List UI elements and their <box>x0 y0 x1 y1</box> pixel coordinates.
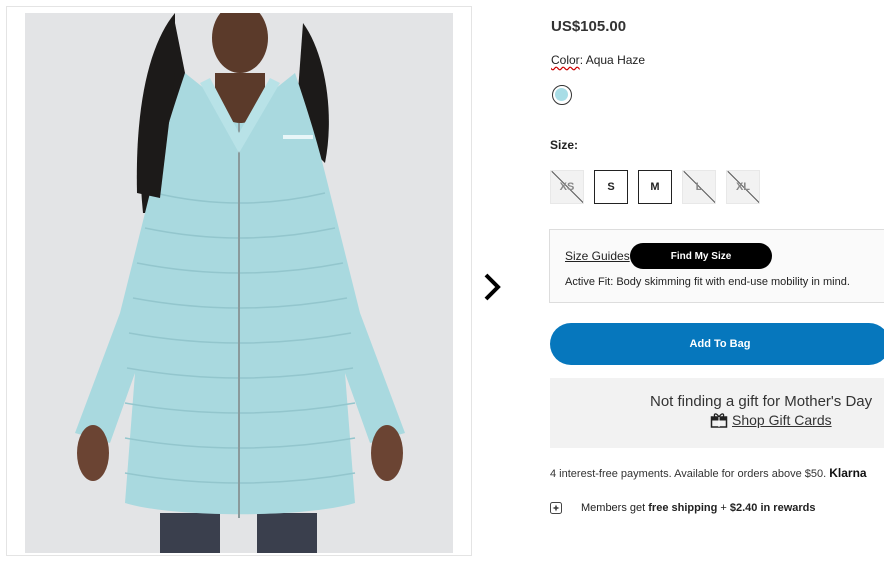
find-my-size-button[interactable]: Find My Size <box>630 243 772 269</box>
size-option-label: S <box>607 181 615 193</box>
product-price: US$105.00 <box>551 18 627 35</box>
product-image[interactable] <box>25 3 453 553</box>
add-to-bag-button[interactable]: Add To Bag <box>550 323 884 365</box>
color-label: Color <box>551 53 580 67</box>
color-value: Aqua Haze <box>585 53 646 67</box>
members-prefix: Members get <box>581 502 646 514</box>
installments-info: 4 interest-free payments. Available for … <box>550 466 867 480</box>
chevron-right-icon <box>484 273 501 301</box>
size-guides-link[interactable]: Size Guides <box>565 249 630 263</box>
shop-gift-cards-link[interactable]: Shop Gift Cards <box>710 412 832 428</box>
size-option-xs[interactable]: XS <box>550 170 584 204</box>
size-option-xl[interactable]: XL <box>726 170 760 204</box>
members-rewards-info: Members get free shipping + $2.40 in rew… <box>550 502 816 514</box>
size-option-label: XL <box>735 181 751 193</box>
next-image-arrow[interactable] <box>480 271 504 303</box>
fit-description: Active Fit: Body skimming fit with end-u… <box>565 276 850 288</box>
members-plus: + <box>720 502 727 514</box>
members-rewards: $2.40 in rewards <box>729 502 816 514</box>
color-swatch-aqua-haze[interactable] <box>552 85 572 105</box>
jacket-photo <box>25 3 453 553</box>
size-option-label: L <box>695 181 703 193</box>
size-option-l[interactable]: L <box>682 170 716 204</box>
members-shipping: free shipping <box>648 502 718 514</box>
gift-promo-box: Not finding a gift for Mother's Day Shop… <box>550 378 884 448</box>
gift-icon <box>710 413 728 428</box>
klarna-logo[interactable]: Klarna <box>829 466 866 480</box>
gift-promo-title: Not finding a gift for Mother's Day <box>650 393 873 410</box>
shop-gift-cards-label: Shop Gift Cards <box>732 412 832 428</box>
fit-info-box: Size Guides Find My Size Active Fit: Bod… <box>549 229 884 303</box>
size-label: Size: <box>550 138 579 152</box>
swatch-fill <box>555 88 568 101</box>
size-option-s[interactable]: S <box>594 170 628 204</box>
color-line: Color: Aqua Haze <box>551 53 645 67</box>
size-option-label: M <box>650 181 660 193</box>
size-option-label: XS <box>559 181 575 193</box>
product-image-frame <box>6 3 472 556</box>
installments-text: 4 interest-free payments. Available for … <box>550 468 827 480</box>
size-option-m[interactable]: M <box>638 170 672 204</box>
members-badge-icon <box>550 502 562 514</box>
